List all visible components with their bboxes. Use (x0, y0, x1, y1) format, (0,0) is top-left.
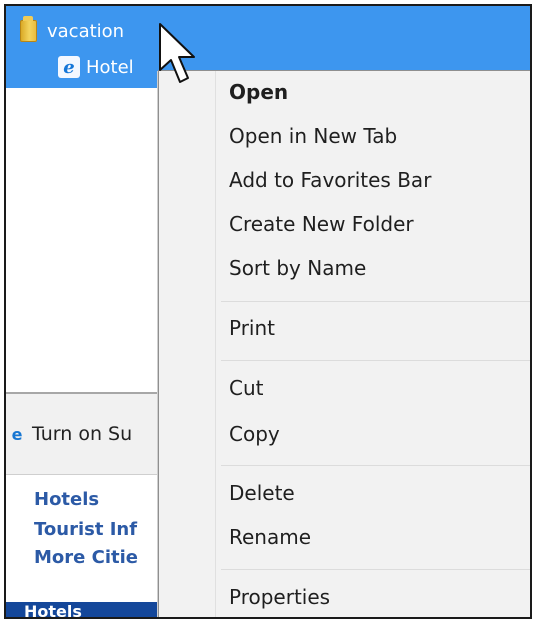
bottom-strip[interactable]: Hotels (6, 602, 158, 617)
menu-item-add-to-favorites-bar[interactable]: Add to Favorites Bar (229, 168, 431, 192)
ie-icon: e (11, 424, 23, 444)
menu-separator (221, 360, 530, 361)
suggested-sites-label: Turn on Su (32, 423, 133, 445)
menu-separator (221, 301, 530, 302)
folder-icon (20, 16, 37, 42)
menu-item-print[interactable]: Print (229, 316, 275, 340)
link-tourist-info[interactable]: Tourist Inf (34, 519, 137, 540)
quick-links-box: Hotels Tourist Inf More Citie (6, 474, 158, 605)
mouse-cursor-icon (159, 23, 195, 83)
menu-item-copy[interactable]: Copy (229, 422, 280, 446)
link-hotels[interactable]: Hotels (34, 489, 99, 510)
favorites-folder-vacation[interactable]: vacation (20, 16, 125, 44)
menu-item-sort-by-name[interactable]: Sort by Name (229, 256, 366, 280)
context-menu: Open Open in New Tab Add to Favorites Ba… (158, 70, 530, 617)
menu-separator (221, 569, 530, 570)
screen-frame: vacation e Hotel e Turn on Su Hotels Tou… (4, 4, 532, 619)
menu-item-delete[interactable]: Delete (229, 481, 295, 505)
menu-item-properties[interactable]: Properties (229, 585, 330, 609)
menu-separator (221, 465, 530, 466)
menu-item-cut[interactable]: Cut (229, 376, 263, 400)
favorite-link-label: Hotel (86, 56, 134, 78)
suggested-sites-bar[interactable]: e Turn on Su (6, 394, 158, 474)
favorites-link-hotels[interactable]: e Hotel (58, 54, 134, 80)
ie-page-icon: e (58, 56, 80, 78)
folder-label: vacation (47, 20, 125, 42)
menu-item-open-in-new-tab[interactable]: Open in New Tab (229, 124, 397, 148)
menu-item-create-new-folder[interactable]: Create New Folder (229, 212, 414, 236)
link-more-cities[interactable]: More Citie (34, 547, 138, 568)
menu-item-rename[interactable]: Rename (229, 525, 311, 549)
menu-gutter (215, 71, 216, 617)
menu-item-open[interactable]: Open (229, 80, 288, 104)
